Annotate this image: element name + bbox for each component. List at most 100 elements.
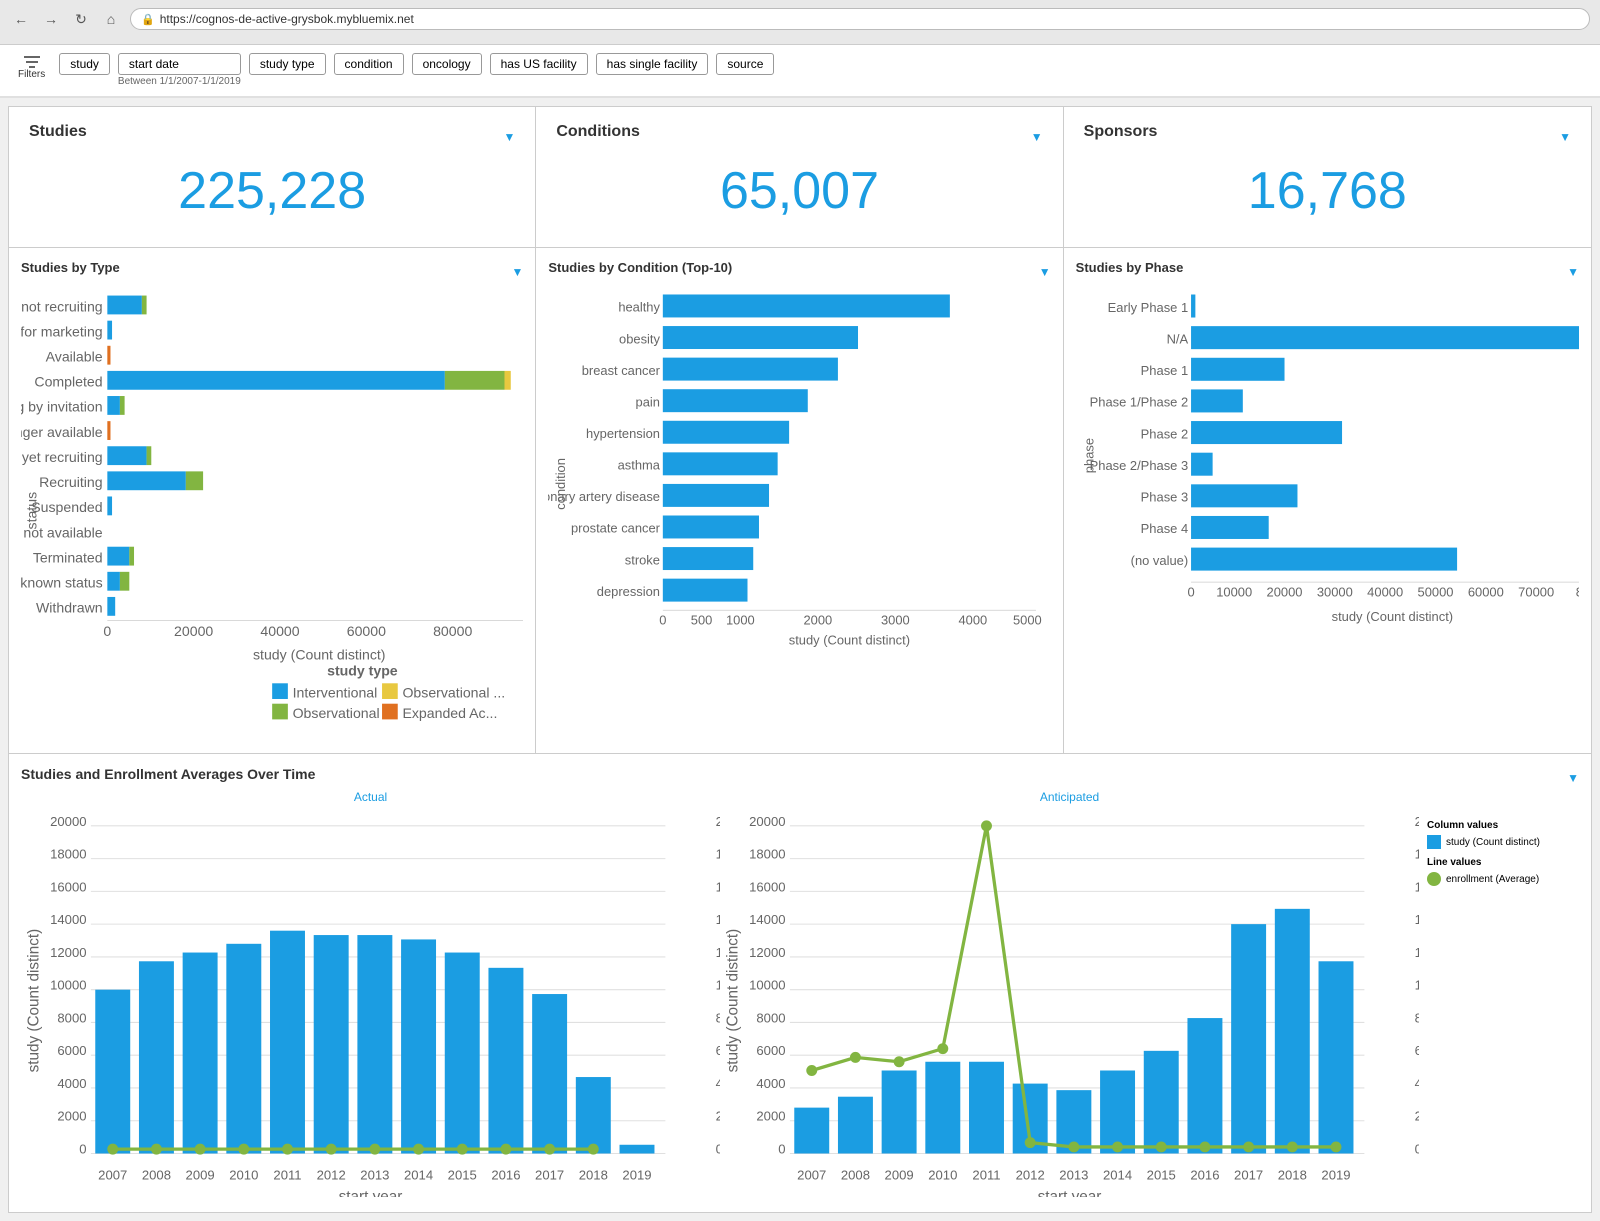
svg-text:depression: depression — [597, 584, 660, 599]
svg-text:500: 500 — [691, 613, 713, 628]
svg-text:18000: 18000 — [749, 847, 785, 862]
conditions-filter-icon[interactable]: ▼ — [1031, 130, 1043, 144]
svg-text:Terminated: Terminated — [33, 549, 103, 565]
studies-by-type-svg: status Active, not recruiting Approved f… — [21, 283, 523, 738]
svg-text:0: 0 — [778, 1142, 785, 1157]
svg-text:80000: 80000 — [433, 623, 472, 639]
conditions-card: Conditions ▼ 65,007 — [536, 107, 1063, 247]
svg-text:Expanded Ac...: Expanded Ac... — [402, 705, 497, 721]
svg-text:2016: 2016 — [1190, 1168, 1219, 1183]
actual-section: Actual study (Count distinct) 0 2000 400… — [21, 790, 720, 1200]
svg-text:start year: start year — [339, 1189, 403, 1198]
svg-text:12000: 12000 — [50, 945, 86, 960]
svg-text:2008: 2008 — [142, 1168, 171, 1183]
line-values-label: Line values — [1427, 857, 1571, 868]
svg-text:10000: 10000 — [749, 978, 785, 993]
svg-text:2000: 2000 — [57, 1109, 86, 1124]
column-series-label: study (Count distinct) — [1446, 837, 1540, 848]
svg-text:30000: 30000 — [1317, 584, 1353, 599]
svg-text:20000: 20000 — [174, 623, 213, 639]
bottom-chart-filter-icon[interactable]: ▼ — [1567, 771, 1579, 785]
address-bar[interactable]: 🔒 https://cognos-de-active-grysbok.myblu… — [130, 8, 1590, 30]
svg-text:2007: 2007 — [98, 1168, 127, 1183]
svg-text:(no value): (no value) — [1130, 553, 1188, 568]
svg-text:coronary artery disease: coronary artery disease — [548, 489, 660, 504]
svg-text:stroke: stroke — [625, 552, 660, 567]
svg-text:2011: 2011 — [972, 1168, 1000, 1183]
sponsors-filter-icon[interactable]: ▼ — [1559, 130, 1571, 144]
bottom-chart-area: Actual study (Count distinct) 0 2000 400… — [21, 790, 1579, 1200]
svg-text:Active, not recruiting: Active, not recruiting — [21, 298, 103, 314]
filter-chip-source[interactable]: source — [716, 53, 774, 75]
svg-text:4000: 4000 — [756, 1076, 785, 1091]
svg-text:Not yet recruiting: Not yet recruiting — [21, 449, 103, 465]
filter-chip-oncology[interactable]: oncology — [412, 53, 482, 75]
svg-text:Temporarily not available: Temporarily not available — [21, 524, 103, 540]
svg-text:40000: 40000 — [1367, 584, 1403, 599]
home-button[interactable]: ⌂ — [100, 8, 122, 30]
svg-text:Phase 3: Phase 3 — [1140, 490, 1187, 505]
filter-icon — [23, 55, 41, 69]
svg-text:2016: 2016 — [491, 1168, 520, 1183]
svg-text:Observational ...: Observational ... — [402, 684, 505, 700]
svg-text:2014: 2014 — [1103, 1168, 1132, 1183]
refresh-button[interactable]: ↻ — [70, 8, 92, 30]
chart-legend: Column values study (Count distinct) Lin… — [1419, 790, 1579, 1200]
studies-by-condition-filter-icon[interactable]: ▼ — [1039, 265, 1051, 279]
svg-text:prostate cancer: prostate cancer — [571, 521, 661, 536]
studies-by-phase-filter-icon[interactable]: ▼ — [1567, 265, 1579, 279]
filter-chip-start-date[interactable]: start date Between 1/1/2007-1/1/2019 — [118, 53, 241, 88]
svg-text:2018: 2018 — [1278, 1168, 1307, 1183]
filter-chip-has-us-facility[interactable]: has US facility — [490, 53, 588, 75]
anticipated-label: Anticipated — [1040, 790, 1099, 804]
svg-text:2000: 2000 — [756, 1109, 785, 1124]
svg-text:14000: 14000 — [50, 912, 86, 927]
svg-text:pain: pain — [636, 394, 660, 409]
svg-text:healthy: healthy — [619, 300, 661, 315]
filter-chip-has-single-facility[interactable]: has single facility — [596, 53, 709, 75]
svg-text:study (Count distinct): study (Count distinct) — [1331, 609, 1453, 624]
studies-by-condition-title: Studies by Condition (Top-10) — [548, 260, 732, 275]
svg-text:10000: 10000 — [50, 978, 86, 993]
svg-text:Withdrawn: Withdrawn — [36, 600, 103, 616]
svg-text:8000: 8000 — [57, 1011, 86, 1026]
svg-text:8000: 8000 — [756, 1011, 785, 1026]
svg-text:80000: 80000 — [1575, 584, 1579, 599]
filter-chip-study[interactable]: study — [59, 53, 110, 75]
sponsors-title: Sponsors — [1084, 123, 1158, 141]
studies-by-type-card: Studies by Type ▼ status Active, not rec… — [9, 248, 536, 753]
studies-by-type-filter-icon[interactable]: ▼ — [511, 265, 523, 279]
svg-text:Phase 4: Phase 4 — [1140, 521, 1187, 536]
svg-text:0: 0 — [1187, 584, 1194, 599]
svg-text:3000: 3000 — [881, 613, 910, 628]
svg-text:breast cancer: breast cancer — [582, 363, 661, 378]
svg-text:2009: 2009 — [885, 1168, 914, 1183]
svg-text:No longer available: No longer available — [21, 424, 103, 440]
studies-filter-icon[interactable]: ▼ — [503, 130, 515, 144]
studies-by-phase-svg: phase Early Phase 1 N/A Phase 1 Phase 1/… — [1076, 283, 1579, 700]
filters-label: Filters — [18, 69, 45, 80]
forward-button[interactable]: → — [40, 8, 62, 30]
main-dashboard: Studies ▼ 225,228 Conditions ▼ 65,007 Sp… — [0, 98, 1600, 1221]
line-series-label: enrollment (Average) — [1446, 874, 1539, 885]
svg-text:0: 0 — [103, 623, 111, 639]
svg-text:5000: 5000 — [1013, 613, 1042, 628]
conditions-value: 65,007 — [556, 151, 1042, 231]
filter-chip-condition[interactable]: condition — [334, 53, 404, 75]
svg-text:2007: 2007 — [797, 1168, 826, 1183]
svg-text:Phase 1/Phase 2: Phase 1/Phase 2 — [1089, 395, 1188, 410]
svg-text:60000: 60000 — [1468, 584, 1504, 599]
svg-text:Recruiting: Recruiting — [39, 474, 103, 490]
filters-button[interactable]: Filters — [12, 53, 51, 82]
back-button[interactable]: ← — [10, 8, 32, 30]
chart-cards-row: Studies by Type ▼ status Active, not rec… — [8, 248, 1592, 754]
bottom-chart-title: Studies and Enrollment Averages Over Tim… — [21, 766, 315, 782]
svg-text:Phase 1: Phase 1 — [1140, 363, 1187, 378]
svg-text:2012: 2012 — [1016, 1168, 1045, 1183]
sponsors-card: Sponsors ▼ 16,768 — [1064, 107, 1591, 247]
studies-title: Studies — [29, 123, 87, 141]
filter-chip-study-type[interactable]: study type — [249, 53, 326, 75]
svg-text:Completed: Completed — [34, 374, 102, 390]
svg-text:0: 0 — [660, 613, 667, 628]
sponsors-value: 16,768 — [1084, 151, 1571, 231]
